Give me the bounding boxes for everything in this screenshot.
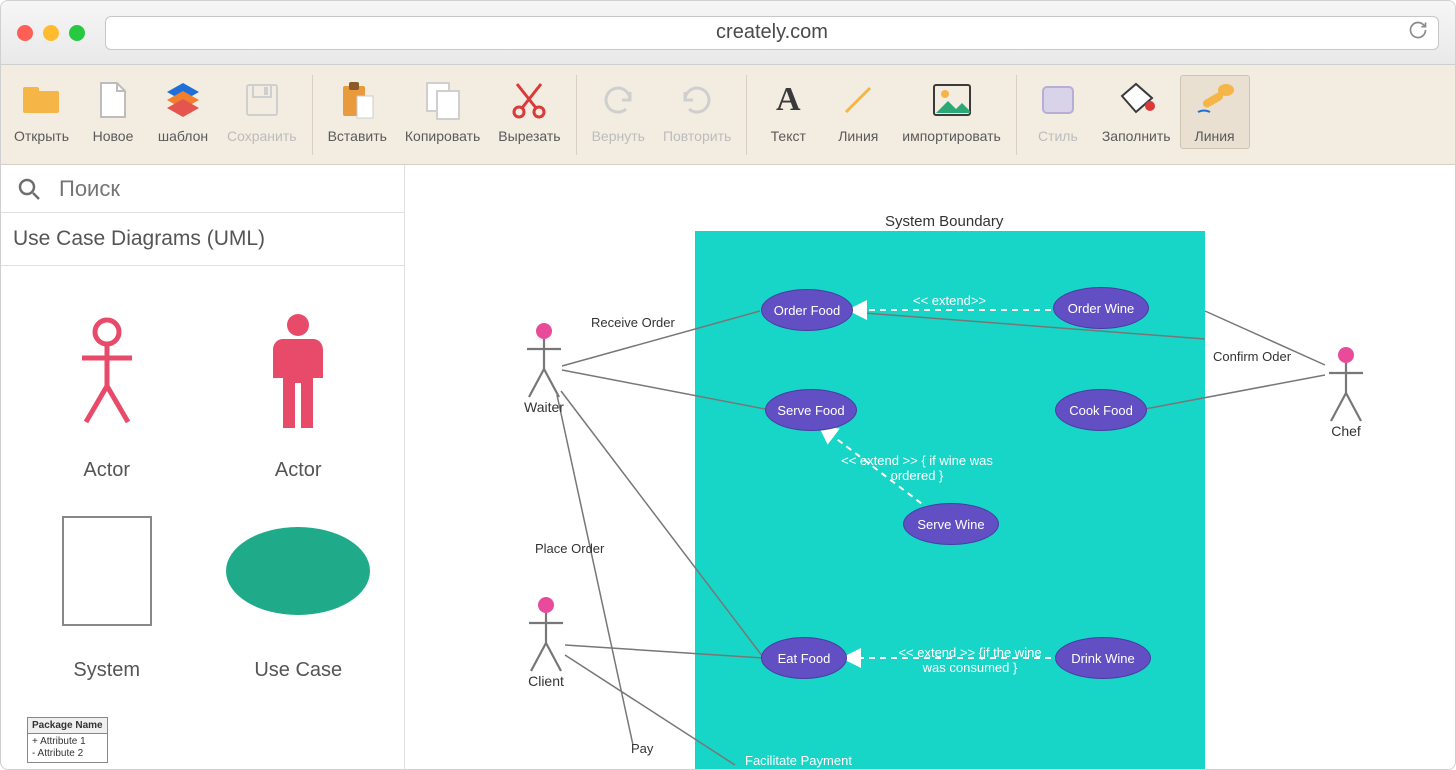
uc-serve-wine[interactable]: Serve Wine	[903, 503, 999, 545]
address-bar[interactable]: creately.com	[105, 16, 1439, 50]
save-button[interactable]: Сохранить	[218, 75, 306, 149]
template-button[interactable]: шаблон	[148, 75, 218, 149]
cut-button[interactable]: Вырезать	[489, 75, 569, 149]
main-toolbar: Открыть Новое шаблон Сохранить Вставить	[1, 65, 1455, 165]
open-button[interactable]: Открыть	[5, 75, 78, 149]
undo-button[interactable]: Вернуть	[583, 75, 654, 149]
import-button[interactable]: импортировать	[893, 75, 1010, 149]
actor-client[interactable]: Client	[523, 595, 569, 689]
uc-order-food[interactable]: Order Food	[761, 289, 853, 331]
label-extend2: << extend >> { if wine was ordered }	[837, 453, 997, 483]
palette-stick-actor[interactable]: Actor	[11, 282, 203, 482]
line-tool-button[interactable]: Линия	[1180, 75, 1250, 149]
fill-button[interactable]: Заполнить	[1093, 75, 1180, 149]
layers-icon	[163, 80, 203, 120]
text-icon: A	[776, 80, 801, 120]
palette-person-actor[interactable]: Actor	[203, 282, 395, 482]
panel-title: Use Case Diagrams (UML)	[1, 213, 404, 266]
window-minimize-icon[interactable]	[43, 25, 59, 41]
save-icon	[244, 80, 280, 120]
pencil-icon	[1194, 80, 1236, 120]
redo-button[interactable]: Повторить	[654, 75, 740, 149]
search-icon[interactable]	[1, 176, 57, 202]
boundary-title: System Boundary	[885, 213, 1003, 230]
palette-usecase[interactable]: Use Case	[203, 482, 395, 682]
label-confirm: Confirm Oder	[1213, 349, 1291, 364]
url-text: creately.com	[716, 21, 828, 44]
image-icon	[932, 80, 972, 120]
folder-icon	[21, 80, 61, 120]
scissors-icon	[509, 80, 549, 120]
undo-icon	[600, 80, 636, 120]
sidebar: Use Case Diagrams (UML) Actor Actor Syst…	[1, 165, 405, 769]
label-facilitate: Facilitate Payment	[745, 753, 852, 768]
search-bar	[1, 165, 404, 213]
line-icon	[840, 80, 876, 120]
palette-package[interactable]: Package Name + Attribute 1 - Attribute 2	[27, 717, 108, 763]
uc-eat-food[interactable]: Eat Food	[761, 637, 847, 679]
actor-chef[interactable]: Chef	[1323, 345, 1369, 439]
new-button[interactable]: Новое	[78, 75, 148, 149]
copy-icon	[424, 80, 462, 120]
page-icon	[97, 80, 129, 120]
paste-button[interactable]: Вставить	[319, 75, 396, 149]
copy-button[interactable]: Копировать	[396, 75, 489, 149]
style-icon	[1039, 80, 1077, 120]
bucket-icon	[1116, 80, 1156, 120]
redo-icon	[679, 80, 715, 120]
actor-waiter[interactable]: Waiter	[521, 321, 567, 415]
label-extend1: << extend>>	[913, 293, 986, 308]
label-place-order: Place Order	[535, 541, 604, 556]
text-button[interactable]: A Текст	[753, 75, 823, 149]
uc-drink-wine[interactable]: Drink Wine	[1055, 637, 1151, 679]
diagram-canvas[interactable]: System Boundary	[405, 165, 1455, 769]
clipboard-icon	[337, 80, 377, 120]
line-button[interactable]: Линия	[823, 75, 893, 149]
uc-order-wine[interactable]: Order Wine	[1053, 287, 1149, 329]
window-zoom-icon[interactable]	[69, 25, 85, 41]
label-receive-order: Receive Order	[591, 315, 675, 330]
label-pay: Pay	[631, 741, 653, 756]
search-input[interactable]	[57, 165, 404, 212]
reload-icon[interactable]	[1408, 20, 1428, 46]
window-titlebar: creately.com	[1, 1, 1455, 65]
palette-system[interactable]: System	[11, 482, 203, 682]
uc-serve-food[interactable]: Serve Food	[765, 389, 857, 431]
style-button[interactable]: Стиль	[1023, 75, 1093, 149]
window-close-icon[interactable]	[17, 25, 33, 41]
uc-cook-food[interactable]: Cook Food	[1055, 389, 1147, 431]
label-extend3: << extend >> {if the wine was consumed }	[895, 645, 1045, 675]
